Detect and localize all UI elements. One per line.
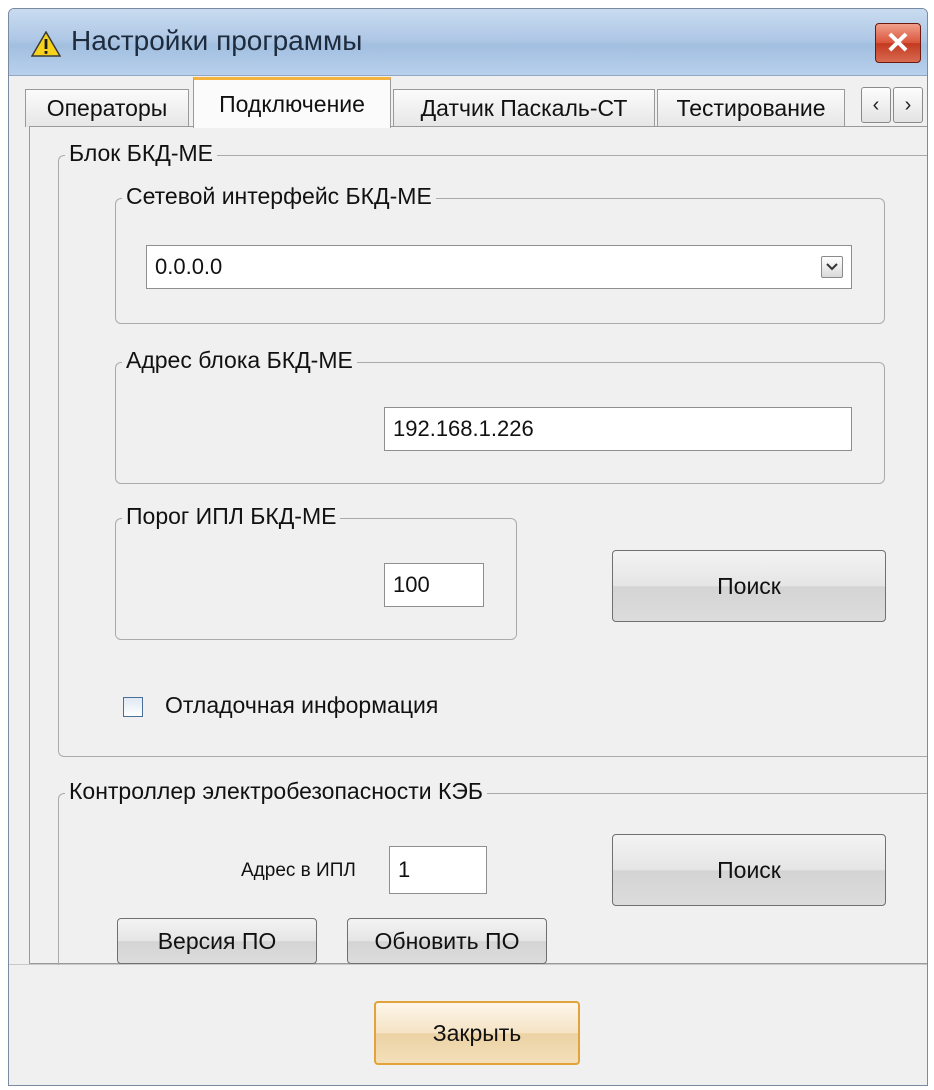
bkd-address-title: Адрес блока БКД-МЕ bbox=[122, 347, 357, 374]
ipl-threshold-value: 100 bbox=[393, 572, 430, 597]
keb-search-label: Поиск bbox=[717, 856, 781, 883]
settings-window: Настройки программы ✕ Операторы Подключе… bbox=[8, 8, 928, 1086]
debug-info-label[interactable]: Отладочная информация bbox=[165, 692, 438, 719]
tab-pascal-sensor[interactable]: Датчик Паскаль-СТ bbox=[393, 89, 655, 127]
keb-group-title: Контроллер электробезопасности КЭБ bbox=[65, 778, 488, 805]
tab-testing[interactable]: Тестирование bbox=[657, 89, 845, 127]
close-window-button[interactable]: ✕ bbox=[875, 23, 921, 63]
network-interface-select[interactable]: 0.0.0.0 bbox=[146, 245, 852, 289]
ipl-address-label: Адрес в ИПЛ bbox=[241, 860, 356, 881]
network-interface-value: 0.0.0.0 bbox=[155, 254, 223, 279]
tab-operators[interactable]: Операторы bbox=[25, 89, 189, 127]
chevron-down-icon[interactable] bbox=[821, 256, 843, 278]
debug-info-checkbox[interactable] bbox=[123, 697, 143, 717]
network-interface-group: Сетевой интерфейс БКД-МЕ 0.0.0.0 bbox=[115, 183, 885, 324]
keb-group: Контроллер электробезопасности КЭБ Адрес… bbox=[58, 778, 927, 965]
chevron-right-icon: › bbox=[904, 93, 912, 116]
window-title: Настройки программы bbox=[71, 25, 363, 56]
tab-label: Подключение bbox=[219, 90, 365, 117]
bkd-address-input[interactable]: 192.168.1.226 bbox=[384, 407, 852, 451]
bkd-group: Блок БКД-МЕ Сетевой интерфейс БКД-МЕ 0.0… bbox=[58, 140, 927, 757]
ipl-threshold-input[interactable]: 100 bbox=[384, 563, 484, 607]
connection-tab-panel: Блок БКД-МЕ Сетевой интерфейс БКД-МЕ 0.0… bbox=[29, 126, 927, 965]
bkd-address-group: Адрес блока БКД-МЕ 192.168.1.226 bbox=[115, 347, 885, 484]
close-dialog-button[interactable]: Закрыть bbox=[374, 1001, 580, 1065]
chevron-left-icon: ‹ bbox=[872, 93, 880, 116]
ipl-address-value: 1 bbox=[398, 857, 411, 882]
tab-scroll-right-button[interactable]: › bbox=[893, 87, 923, 123]
tab-strip: Операторы Подключение Датчик Паскаль-СТ … bbox=[9, 75, 927, 128]
close-dialog-label: Закрыть bbox=[432, 1019, 522, 1046]
tab-label: Тестирование bbox=[676, 95, 826, 121]
warning-icon bbox=[31, 31, 61, 57]
dialog-footer: Закрыть bbox=[9, 964, 927, 1085]
tab-label: Датчик Паскаль-СТ bbox=[420, 95, 628, 121]
bkd-group-title: Блок БКД-МЕ bbox=[65, 140, 217, 167]
tab-scroll-left-button[interactable]: ‹ bbox=[861, 87, 891, 123]
close-icon: ✕ bbox=[885, 26, 911, 60]
tab-connection[interactable]: Подключение bbox=[193, 77, 391, 128]
bkd-address-value: 192.168.1.226 bbox=[393, 416, 534, 441]
bkd-search-label: Поиск bbox=[717, 572, 781, 599]
firmware-version-label: Версия ПО bbox=[157, 927, 277, 954]
title-bar[interactable]: Настройки программы ✕ bbox=[9, 9, 927, 76]
ipl-threshold-group: Порог ИПЛ БКД-МЕ 100 bbox=[115, 503, 517, 640]
firmware-version-button[interactable]: Версия ПО bbox=[117, 918, 317, 964]
ipl-address-input[interactable]: 1 bbox=[389, 846, 487, 894]
bkd-search-button[interactable]: Поиск bbox=[612, 550, 886, 622]
network-interface-title: Сетевой интерфейс БКД-МЕ bbox=[122, 183, 436, 210]
tab-label: Операторы bbox=[46, 95, 168, 121]
update-firmware-button[interactable]: Обновить ПО bbox=[347, 918, 547, 964]
keb-search-button[interactable]: Поиск bbox=[612, 834, 886, 906]
update-firmware-label: Обновить ПО bbox=[374, 927, 520, 954]
ipl-threshold-title: Порог ИПЛ БКД-МЕ bbox=[122, 503, 341, 530]
